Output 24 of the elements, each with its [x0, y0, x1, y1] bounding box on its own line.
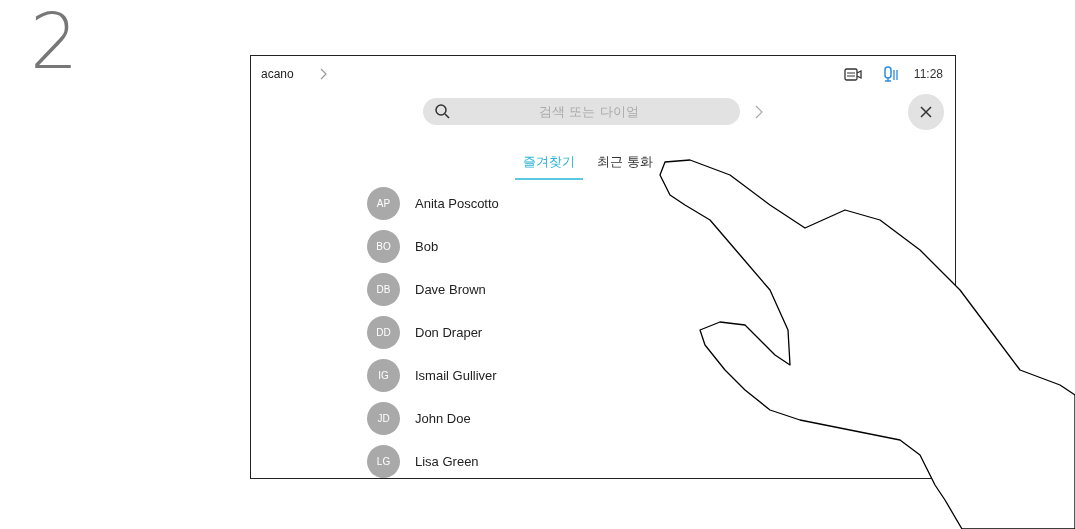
avatar: DB: [367, 273, 400, 306]
contact-name[interactable]: Ismail Gulliver: [415, 368, 497, 383]
contact-name[interactable]: Lisa Green: [415, 454, 479, 469]
close-icon: [920, 106, 932, 118]
contact-name[interactable]: Don Draper: [415, 325, 483, 340]
avatar: BO: [367, 230, 400, 263]
avatar: IG: [367, 359, 400, 392]
microphone-icon[interactable]: [883, 66, 898, 82]
contact-name[interactable]: Bob: [415, 239, 439, 254]
chevron-icon[interactable]: [755, 104, 763, 119]
avatar: JD: [367, 402, 400, 435]
tab[interactable]: 최근 통화: [588, 149, 662, 180]
close-button[interactable]: [908, 94, 944, 130]
step-number: 2: [30, 4, 80, 80]
contact-name[interactable]: Dave Brown: [415, 282, 486, 297]
avatar: AP: [367, 187, 400, 220]
avatar: DD: [367, 316, 400, 349]
device-name[interactable]: acano: [261, 67, 294, 81]
chevron-icon: [319, 68, 327, 80]
clock-time: 11:28: [913, 67, 943, 81]
contact-name[interactable]: John Doe: [415, 411, 471, 426]
video-settings-icon[interactable]: [843, 67, 862, 81]
contact-name[interactable]: Anita Poscotto: [415, 196, 499, 211]
avatar: LG: [367, 445, 400, 478]
